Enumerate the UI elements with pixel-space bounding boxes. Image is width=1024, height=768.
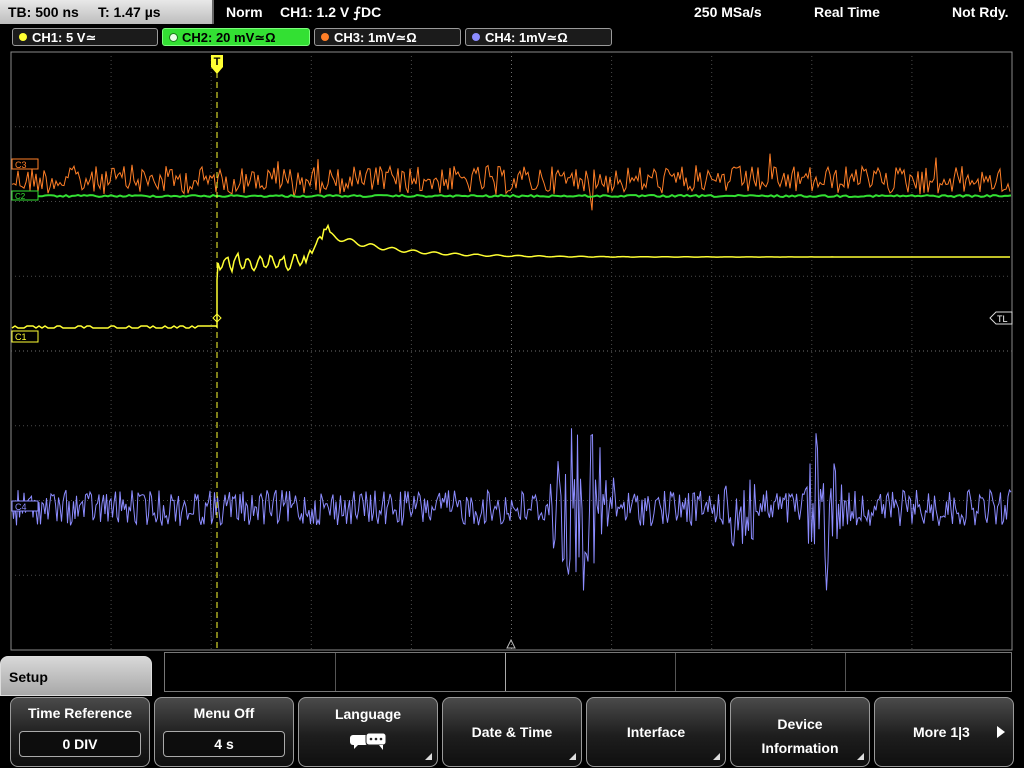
acquisition-mode: Real Time bbox=[814, 4, 880, 20]
svg-text:TL: TL bbox=[997, 314, 1008, 324]
trigger-time-value: T: 1.47 µs bbox=[98, 4, 161, 20]
channel-tab-ch2[interactable]: CH2: 20 mV≃Ω bbox=[162, 28, 310, 46]
softkey-label: Menu Off bbox=[193, 705, 255, 721]
ch3-marker[interactable]: C3 bbox=[11, 158, 39, 170]
zoom-overview-panel bbox=[164, 652, 1012, 692]
svg-text:C3: C3 bbox=[15, 160, 27, 170]
channel-tab-label: CH1: 5 V≃ bbox=[32, 30, 97, 45]
submenu-indicator-icon bbox=[569, 753, 576, 760]
ch1-color-dot bbox=[19, 33, 27, 41]
status-bar: TB: 500 ns T: 1.47 µs Norm CH1: 1.2 V ⨍D… bbox=[0, 0, 1024, 24]
interface-button[interactable]: Interface bbox=[586, 697, 726, 767]
submenu-indicator-icon bbox=[857, 753, 864, 760]
softkey-label: Time Reference bbox=[27, 705, 132, 721]
svg-text:C2: C2 bbox=[15, 192, 26, 201]
speech-bubbles-icon bbox=[350, 732, 387, 750]
date-time-button[interactable]: Date & Time bbox=[442, 697, 582, 767]
menu-off-value[interactable]: 4 s bbox=[163, 731, 285, 757]
ch4-color-dot bbox=[472, 33, 480, 41]
submenu-indicator-icon bbox=[425, 753, 432, 760]
timebase-box[interactable]: TB: 500 ns T: 1.47 µs bbox=[0, 0, 214, 24]
sample-rate: 250 MSa/s bbox=[694, 4, 762, 20]
softkey-label: Date & Time bbox=[471, 724, 553, 740]
channel-tab-label: CH4: 1mV≃Ω bbox=[485, 30, 568, 45]
ch1-marker[interactable]: C1 bbox=[11, 330, 39, 343]
channel-tab-ch4[interactable]: CH4: 1mV≃Ω bbox=[465, 28, 612, 46]
waveform-display[interactable]: T C3 C2 C1 C4 TL bbox=[0, 50, 1024, 652]
acquisition-state: Not Rdy. bbox=[952, 4, 1009, 20]
language-button[interactable]: Language bbox=[298, 697, 438, 767]
submenu-indicator-icon bbox=[713, 753, 720, 760]
svg-text:T: T bbox=[214, 56, 221, 68]
more-button[interactable]: More 1|3 bbox=[874, 697, 1014, 767]
time-reference-button[interactable]: Time Reference 0 DIV bbox=[10, 697, 150, 767]
softkey-label: More 1|3 bbox=[913, 724, 970, 740]
trigger-mode[interactable]: Norm bbox=[226, 4, 263, 20]
softkey-label: Interface bbox=[626, 724, 686, 740]
svg-text:C4: C4 bbox=[15, 502, 27, 512]
softkey-label: Language bbox=[334, 706, 402, 722]
softkey-label: Device Information bbox=[761, 716, 839, 756]
menu-title: Setup bbox=[9, 669, 48, 685]
ch2-color-dot bbox=[169, 33, 178, 42]
time-reference-value[interactable]: 0 DIV bbox=[19, 731, 141, 757]
menu-title-tab: Setup bbox=[0, 656, 152, 696]
ch4-marker[interactable]: C4 bbox=[11, 500, 39, 512]
arrow-right-icon bbox=[997, 726, 1005, 738]
device-information-button[interactable]: Device Information bbox=[730, 697, 870, 767]
ch3-color-dot bbox=[321, 33, 329, 41]
channel-tab-ch1[interactable]: CH1: 5 V≃ bbox=[12, 28, 158, 46]
channel-tab-label: CH2: 20 mV≃Ω bbox=[182, 30, 276, 45]
channel-tab-ch3[interactable]: CH3: 1mV≃Ω bbox=[314, 28, 461, 46]
timebase-value: TB: 500 ns bbox=[8, 4, 79, 20]
svg-text:C1: C1 bbox=[15, 332, 27, 342]
trigger-info[interactable]: CH1: 1.2 V ⨍DC bbox=[280, 4, 381, 21]
ch2-marker[interactable]: C2 bbox=[11, 190, 39, 201]
channel-tab-label: CH3: 1mV≃Ω bbox=[334, 30, 417, 45]
menu-off-button[interactable]: Menu Off 4 s bbox=[154, 697, 294, 767]
